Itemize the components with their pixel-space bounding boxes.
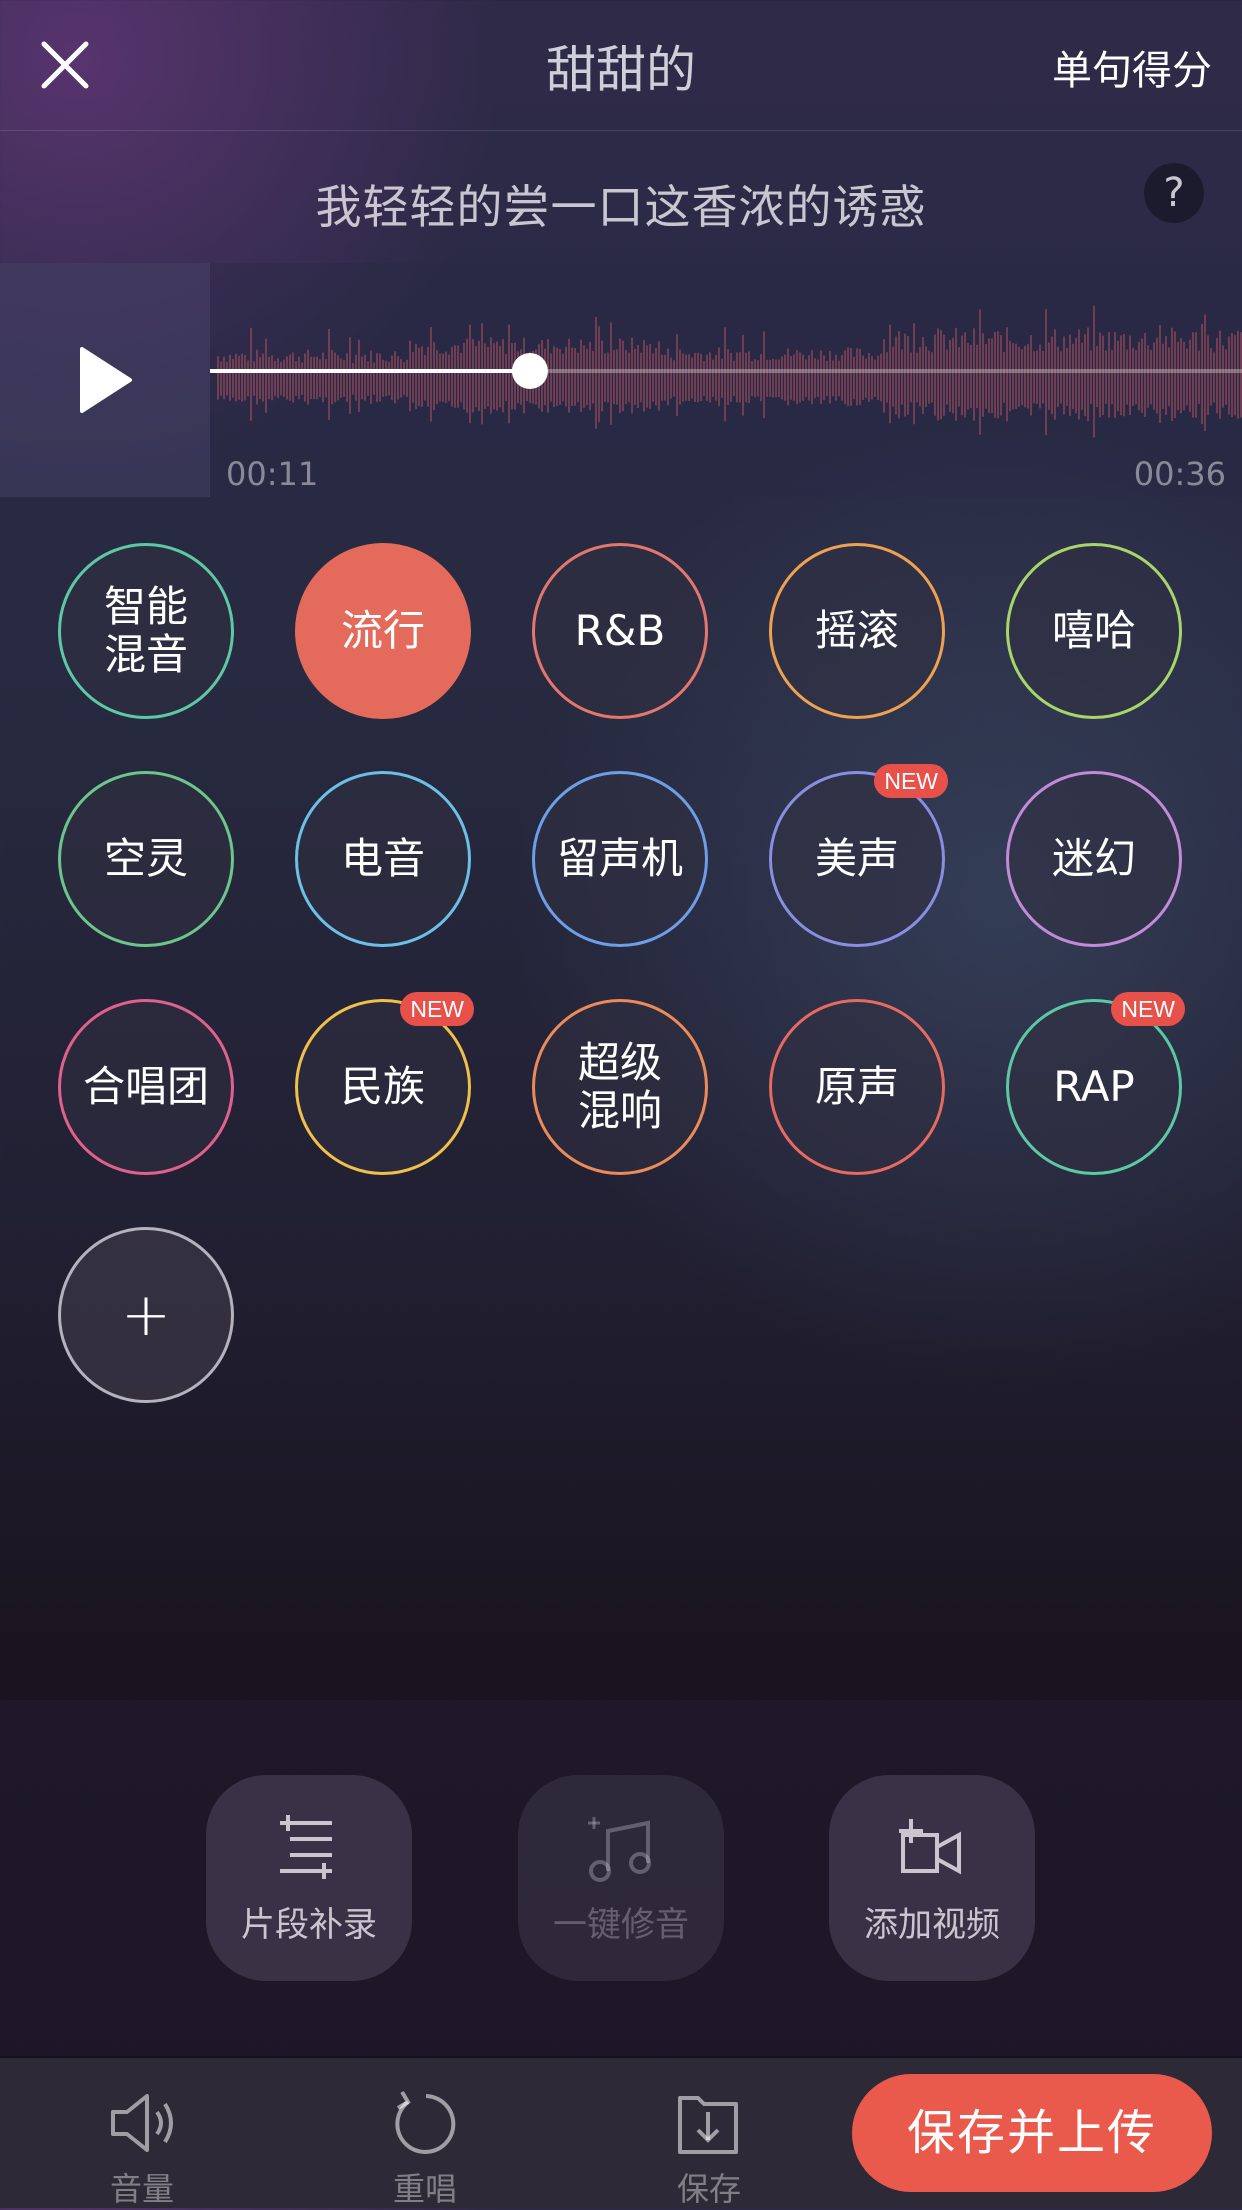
effect-button[interactable]: R&B bbox=[532, 543, 708, 719]
effect-button[interactable]: 迷幻 bbox=[1006, 771, 1182, 947]
music-note-icon bbox=[588, 1817, 651, 1882]
effect-button[interactable]: RAP NEW bbox=[1006, 992, 1185, 1175]
effect-label: 摇滚 bbox=[814, 606, 899, 655]
plus-icon: + bbox=[120, 1280, 172, 1350]
play-icon bbox=[80, 347, 132, 413]
autotune-label: 一键修音 bbox=[553, 1905, 689, 1945]
header: 甜甜的 单句得分 bbox=[0, 0, 1242, 131]
effect-label: 美声 bbox=[814, 834, 899, 883]
effect-button[interactable]: 原声 bbox=[769, 999, 945, 1175]
effect-label: 超级 混响 bbox=[577, 1038, 662, 1135]
effect-label: 智能 混音 bbox=[103, 582, 188, 679]
autotune-button[interactable]: 一键修音 bbox=[518, 1775, 724, 1981]
replay-icon bbox=[395, 2090, 456, 2154]
download-icon bbox=[678, 2096, 738, 2154]
effect-label: 迷幻 bbox=[1051, 834, 1136, 883]
waveform-player: 00:11 00:36 bbox=[0, 263, 1242, 497]
sentence-score-button[interactable]: 单句得分 bbox=[1052, 38, 1212, 96]
effect-label: 电音 bbox=[340, 834, 425, 883]
total-time: 00:36 bbox=[1133, 455, 1226, 493]
save-and-upload-button[interactable]: 保存并上传 bbox=[852, 2074, 1212, 2192]
effect-button[interactable]: 电音 bbox=[295, 771, 471, 947]
effect-button[interactable]: 流行 bbox=[295, 543, 471, 719]
new-badge: NEW bbox=[1111, 992, 1185, 1026]
effect-button[interactable]: 留声机 bbox=[532, 771, 708, 947]
lyric-line: 我轻轻的尝一口这香浓的诱惑 bbox=[315, 180, 927, 234]
video-camera-icon bbox=[899, 1819, 961, 1875]
volume-label: 音量 bbox=[109, 2170, 174, 2208]
add-video-label: 添加视频 bbox=[864, 1905, 1000, 1945]
help-button[interactable]: ? bbox=[1144, 163, 1204, 223]
effect-button[interactable]: 嘻哈 bbox=[1006, 543, 1182, 719]
effect-button[interactable]: 摇滚 bbox=[769, 543, 945, 719]
waveform[interactable] bbox=[210, 263, 1242, 497]
new-badge: NEW bbox=[400, 992, 474, 1026]
effect-button[interactable]: 超级 混响 bbox=[532, 999, 708, 1175]
effect-label: RAP bbox=[1053, 1062, 1135, 1111]
add-video-button[interactable]: 添加视频 bbox=[829, 1775, 1035, 1981]
save-label: 保存 bbox=[676, 2170, 741, 2208]
new-badge: NEW bbox=[874, 764, 948, 798]
resing-label: 重唱 bbox=[392, 2170, 457, 2208]
effect-button[interactable]: 智能 混音 bbox=[58, 543, 234, 719]
speaker-icon bbox=[111, 2094, 173, 2152]
bottom-toolbar: 音量 重唱 保存 保存并上传 bbox=[0, 2058, 1242, 2208]
effect-button[interactable]: 美声 NEW bbox=[769, 764, 948, 947]
effect-label: 合唱团 bbox=[82, 1062, 209, 1111]
effect-label: 民族 bbox=[340, 1062, 425, 1111]
effect-label: 空灵 bbox=[103, 834, 188, 883]
effect-label: 流行 bbox=[340, 606, 425, 655]
segment-rerecord-button[interactable]: 片段补录 bbox=[206, 1775, 412, 1981]
volume-button[interactable]: 音量 bbox=[72, 2058, 212, 2208]
effect-button[interactable]: 合唱团 bbox=[58, 999, 234, 1175]
add-effect-button[interactable]: + bbox=[58, 1227, 234, 1403]
segment-list-icon bbox=[280, 1815, 332, 1879]
play-button[interactable] bbox=[0, 263, 210, 497]
segment-rerecord-label: 片段补录 bbox=[241, 1905, 377, 1945]
progress-handle bbox=[511, 353, 548, 389]
effect-button[interactable]: 空灵 bbox=[58, 771, 234, 947]
effect-label: 嘻哈 bbox=[1051, 606, 1136, 655]
effect-button[interactable]: 民族 NEW bbox=[295, 992, 474, 1175]
lyric-row: 我轻轻的尝一口这香浓的诱惑 ? bbox=[0, 131, 1242, 263]
save-button[interactable]: 保存 bbox=[639, 2058, 779, 2208]
effect-label: R&B bbox=[574, 606, 666, 655]
effect-label: 留声机 bbox=[556, 834, 683, 883]
current-time: 00:11 bbox=[226, 455, 319, 493]
resing-button[interactable]: 重唱 bbox=[355, 2058, 495, 2208]
effect-label: 原声 bbox=[814, 1062, 899, 1111]
